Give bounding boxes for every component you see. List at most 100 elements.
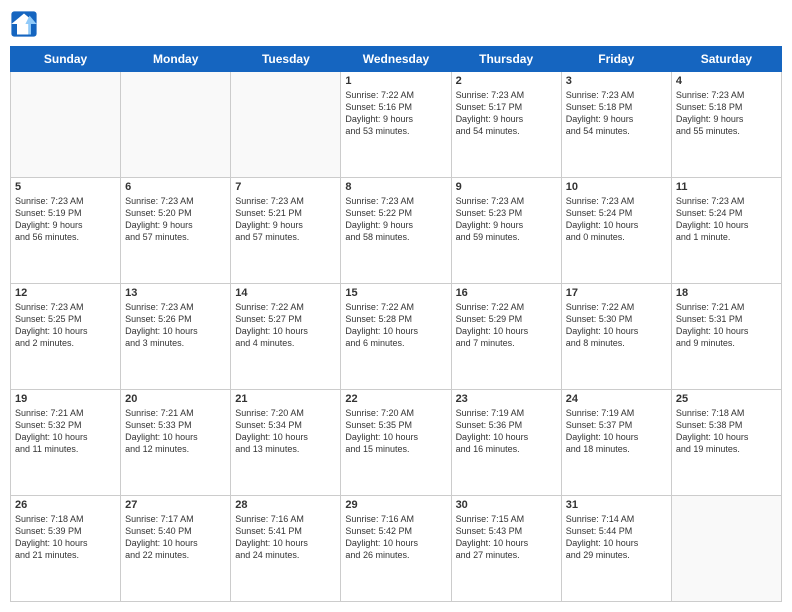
- calendar-cell: 25Sunrise: 7:18 AM Sunset: 5:38 PM Dayli…: [671, 390, 781, 496]
- calendar-cell: 16 Sunrise: 7:22 AM Sunset: 5:29 PM Dayli…: [451, 284, 561, 390]
- day-number: 30: [456, 499, 557, 511]
- calendar-cell: 11 Sunrise: 7:23 AM Sunset: 5:24 PM Dayli…: [671, 178, 781, 284]
- weekday-header-friday: Friday: [561, 47, 671, 72]
- day-number: 25: [676, 393, 777, 405]
- cell-info: Sunrise: 7:23 AM Sunset: 5:17 PM Dayligh…: [456, 89, 557, 138]
- day-number: 19: [15, 393, 116, 405]
- weekday-header-sunday: Sunday: [11, 47, 121, 72]
- header: [10, 10, 782, 38]
- cell-info: Sunrise: 7:23 AM Sunset: 5:22 PM Dayligh…: [345, 195, 446, 244]
- calendar-cell: [671, 496, 781, 602]
- calendar-cell: 1Sunrise: 7:22 AM Sunset: 5:16 PM Daylig…: [341, 72, 451, 178]
- calendar-week-2: 12 Sunrise: 7:23 AM Sunset: 5:25 PM Dayli…: [11, 284, 782, 390]
- cell-info: Sunrise: 7:23 AM Sunset: 5:24 PM Dayligh…: [566, 195, 667, 244]
- day-number: 6: [125, 181, 226, 193]
- day-number: 11: [676, 181, 777, 193]
- calendar-cell: 22 Sunrise: 7:20 AM Sunset: 5:35 PM Dayli…: [341, 390, 451, 496]
- cell-info: Sunrise: 7:19 AM Sunset: 5:36 PM Dayligh…: [456, 407, 557, 456]
- calendar-cell: 2 Sunrise: 7:23 AM Sunset: 5:17 PM Daylig…: [451, 72, 561, 178]
- cell-info: Sunrise: 7:23 AM Sunset: 5:21 PM Dayligh…: [235, 195, 336, 244]
- day-number: 4: [676, 75, 777, 87]
- calendar-cell: 6 Sunrise: 7:23 AM Sunset: 5:20 PM Daylig…: [121, 178, 231, 284]
- cell-info: Sunrise: 7:17 AM Sunset: 5:40 PM Dayligh…: [125, 513, 226, 562]
- calendar-week-3: 19 Sunrise: 7:21 AM Sunset: 5:32 PM Dayli…: [11, 390, 782, 496]
- cell-info: Sunrise: 7:23 AM Sunset: 5:19 PM Dayligh…: [15, 195, 116, 244]
- day-number: 29: [345, 499, 446, 511]
- calendar-cell: 29 Sunrise: 7:16 AM Sunset: 5:42 PM Dayli…: [341, 496, 451, 602]
- day-number: 13: [125, 287, 226, 299]
- day-number: 2: [456, 75, 557, 87]
- page: SundayMondayTuesdayWednesdayThursdayFrid…: [0, 0, 792, 612]
- day-number: 10: [566, 181, 667, 193]
- calendar-cell: 28 Sunrise: 7:16 AM Sunset: 5:41 PM Dayli…: [231, 496, 341, 602]
- calendar-cell: 26 Sunrise: 7:18 AM Sunset: 5:39 PM Dayli…: [11, 496, 121, 602]
- calendar-cell: 14 Sunrise: 7:22 AM Sunset: 5:27 PM Dayli…: [231, 284, 341, 390]
- calendar-cell: 10 Sunrise: 7:23 AM Sunset: 5:24 PM Dayli…: [561, 178, 671, 284]
- day-number: 22: [345, 393, 446, 405]
- cell-info: Sunrise: 7:20 AM Sunset: 5:35 PM Dayligh…: [345, 407, 446, 456]
- calendar-week-0: 1Sunrise: 7:22 AM Sunset: 5:16 PM Daylig…: [11, 72, 782, 178]
- day-number: 8: [345, 181, 446, 193]
- cell-info: Sunrise: 7:21 AM Sunset: 5:33 PM Dayligh…: [125, 407, 226, 456]
- day-number: 21: [235, 393, 336, 405]
- cell-info: Sunrise: 7:23 AM Sunset: 5:26 PM Dayligh…: [125, 301, 226, 350]
- cell-info: Sunrise: 7:20 AM Sunset: 5:34 PM Dayligh…: [235, 407, 336, 456]
- day-number: 17: [566, 287, 667, 299]
- day-number: 28: [235, 499, 336, 511]
- cell-info: Sunrise: 7:22 AM Sunset: 5:28 PM Dayligh…: [345, 301, 446, 350]
- calendar-week-1: 5 Sunrise: 7:23 AM Sunset: 5:19 PM Daylig…: [11, 178, 782, 284]
- cell-info: Sunrise: 7:15 AM Sunset: 5:43 PM Dayligh…: [456, 513, 557, 562]
- calendar-cell: 5 Sunrise: 7:23 AM Sunset: 5:19 PM Daylig…: [11, 178, 121, 284]
- logo-icon: [10, 10, 38, 38]
- calendar-cell: 27 Sunrise: 7:17 AM Sunset: 5:40 PM Dayli…: [121, 496, 231, 602]
- calendar-cell: [231, 72, 341, 178]
- cell-info: Sunrise: 7:23 AM Sunset: 5:20 PM Dayligh…: [125, 195, 226, 244]
- cell-info: Sunrise: 7:16 AM Sunset: 5:41 PM Dayligh…: [235, 513, 336, 562]
- day-number: 7: [235, 181, 336, 193]
- cell-info: Sunrise: 7:21 AM Sunset: 5:31 PM Dayligh…: [676, 301, 777, 350]
- calendar-cell: 18Sunrise: 7:21 AM Sunset: 5:31 PM Dayli…: [671, 284, 781, 390]
- calendar-cell: 8 Sunrise: 7:23 AM Sunset: 5:22 PM Daylig…: [341, 178, 451, 284]
- day-number: 16: [456, 287, 557, 299]
- cell-info: Sunrise: 7:14 AM Sunset: 5:44 PM Dayligh…: [566, 513, 667, 562]
- cell-info: Sunrise: 7:23 AM Sunset: 5:18 PM Dayligh…: [566, 89, 667, 138]
- day-number: 1: [345, 75, 446, 87]
- weekday-header-row: SundayMondayTuesdayWednesdayThursdayFrid…: [11, 47, 782, 72]
- cell-info: Sunrise: 7:21 AM Sunset: 5:32 PM Dayligh…: [15, 407, 116, 456]
- weekday-header-monday: Monday: [121, 47, 231, 72]
- day-number: 26: [15, 499, 116, 511]
- day-number: 12: [15, 287, 116, 299]
- cell-info: Sunrise: 7:23 AM Sunset: 5:24 PM Dayligh…: [676, 195, 777, 244]
- weekday-header-tuesday: Tuesday: [231, 47, 341, 72]
- calendar-cell: 3Sunrise: 7:23 AM Sunset: 5:18 PM Daylig…: [561, 72, 671, 178]
- calendar-cell: 15 Sunrise: 7:22 AM Sunset: 5:28 PM Dayli…: [341, 284, 451, 390]
- calendar-cell: 19 Sunrise: 7:21 AM Sunset: 5:32 PM Dayli…: [11, 390, 121, 496]
- day-number: 5: [15, 181, 116, 193]
- calendar-cell: 4 Sunrise: 7:23 AM Sunset: 5:18 PM Daylig…: [671, 72, 781, 178]
- weekday-header-wednesday: Wednesday: [341, 47, 451, 72]
- cell-info: Sunrise: 7:18 AM Sunset: 5:39 PM Dayligh…: [15, 513, 116, 562]
- calendar-cell: [121, 72, 231, 178]
- calendar-cell: 7 Sunrise: 7:23 AM Sunset: 5:21 PM Daylig…: [231, 178, 341, 284]
- cell-info: Sunrise: 7:23 AM Sunset: 5:18 PM Dayligh…: [676, 89, 777, 138]
- calendar-cell: 24 Sunrise: 7:19 AM Sunset: 5:37 PM Dayli…: [561, 390, 671, 496]
- calendar-cell: 21 Sunrise: 7:20 AM Sunset: 5:34 PM Dayli…: [231, 390, 341, 496]
- cell-info: Sunrise: 7:23 AM Sunset: 5:25 PM Dayligh…: [15, 301, 116, 350]
- cell-info: Sunrise: 7:22 AM Sunset: 5:30 PM Dayligh…: [566, 301, 667, 350]
- cell-info: Sunrise: 7:22 AM Sunset: 5:29 PM Dayligh…: [456, 301, 557, 350]
- cell-info: Sunrise: 7:19 AM Sunset: 5:37 PM Dayligh…: [566, 407, 667, 456]
- day-number: 15: [345, 287, 446, 299]
- weekday-header-thursday: Thursday: [451, 47, 561, 72]
- calendar-cell: 12 Sunrise: 7:23 AM Sunset: 5:25 PM Dayli…: [11, 284, 121, 390]
- calendar-cell: 13 Sunrise: 7:23 AM Sunset: 5:26 PM Dayli…: [121, 284, 231, 390]
- day-number: 14: [235, 287, 336, 299]
- cell-info: Sunrise: 7:22 AM Sunset: 5:27 PM Dayligh…: [235, 301, 336, 350]
- calendar-week-4: 26 Sunrise: 7:18 AM Sunset: 5:39 PM Dayli…: [11, 496, 782, 602]
- calendar-cell: 31Sunrise: 7:14 AM Sunset: 5:44 PM Dayli…: [561, 496, 671, 602]
- cell-info: Sunrise: 7:16 AM Sunset: 5:42 PM Dayligh…: [345, 513, 446, 562]
- weekday-header-saturday: Saturday: [671, 47, 781, 72]
- day-number: 24: [566, 393, 667, 405]
- calendar-cell: 9Sunrise: 7:23 AM Sunset: 5:23 PM Daylig…: [451, 178, 561, 284]
- calendar-table: SundayMondayTuesdayWednesdayThursdayFrid…: [10, 46, 782, 602]
- day-number: 27: [125, 499, 226, 511]
